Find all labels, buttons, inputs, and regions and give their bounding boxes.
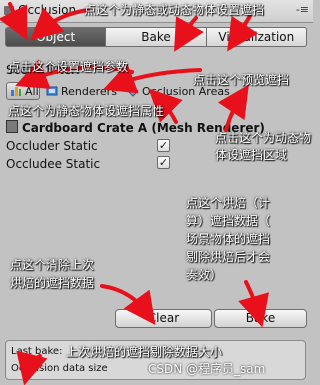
arrow-to-area-button: [217, 84, 249, 132]
annotation-arrows: [0, 2, 269, 385]
annotation-bake-5: 奏效）: [186, 268, 223, 282]
watermark: CSDN @程序员_sam: [148, 362, 266, 376]
annotation-bake-3: 场景物体的遮挡: [186, 232, 271, 246]
annotation-dynamic-area-2: 体设遮挡区域: [215, 148, 288, 162]
arrow-to-visualization-tab: [227, 14, 259, 52]
annotation-bake-2: 算）遮挡数据（: [186, 214, 271, 228]
annotation-bake-4: 剔除烘焙后才会: [186, 250, 271, 264]
annotation-preview: 点击这个预览遮挡: [193, 73, 290, 87]
annotation-info: 上次烘焙的遮挡剔除数据大小: [66, 345, 223, 359]
arrow-to-object-tab: [30, 7, 90, 41]
annotation-filter: 点击这个设置遮挡参数: [8, 60, 129, 74]
arrow-to-data-size: [16, 350, 48, 385]
annotation-bake-1: 点这个烘焙（计: [186, 196, 271, 210]
annotation-dynamic-area-1: 点击这个为动态物: [215, 131, 312, 145]
arrow-to-scene-filter: [0, 2, 28, 41]
annotation-top: 点这个为静态或动态物体设置遮挡: [84, 3, 265, 17]
annotation-static-props: 点这个为静态物体设遮挡属性: [8, 104, 165, 118]
annotation-clear-1: 点这个清除上次: [10, 258, 95, 272]
arrow-to-clear-button: [100, 284, 156, 325]
arrow-to-bake-button: [238, 280, 269, 328]
annotation-clear-2: 烘焙的遮挡数据: [10, 276, 95, 290]
arrow-to-bake-tab: [174, 16, 204, 52]
